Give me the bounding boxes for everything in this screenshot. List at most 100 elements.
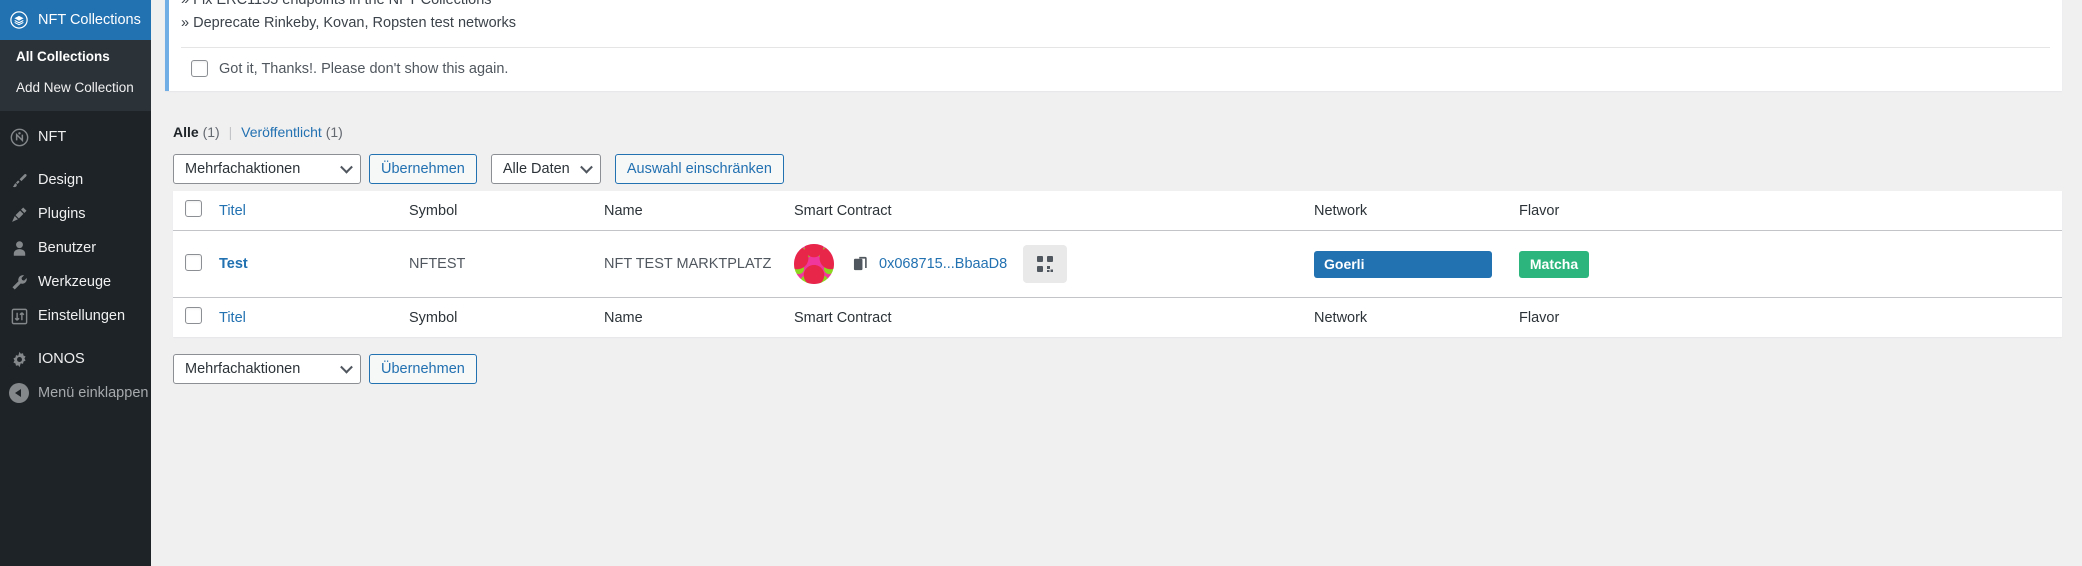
chevron-down-icon [579,160,593,174]
column-header-network: Network [1304,191,1509,231]
main-content: » Fix ERC1155 endpoints in the NFT Colle… [151,0,2082,566]
sidebar-current-label: NFT Collections [38,12,141,28]
bulk-action-value-bottom: Mehrfachaktionen [185,361,301,377]
table-header-row: Titel Symbol Name Smart Contract Network… [173,191,2062,231]
sidebar-submenu: All Collections Add New Collection [0,40,151,111]
chevron-down-icon [340,360,353,374]
row-flavor-cell: Matcha [1509,231,2062,298]
column-footer-network: Network [1304,297,1509,337]
sidebar-item-label: Plugins [38,206,86,222]
row-title-link[interactable]: Test [219,256,248,272]
filter-all-label[interactable]: Alle [173,124,199,140]
filter-submit-button[interactable]: Auswahl einschränken [614,154,784,184]
admin-screen: NFT Collections All Collections Add New … [0,0,2082,566]
chevron-down-icon [340,160,353,174]
flavor-badge: Matcha [1519,250,1589,278]
row-title-cell: Test [209,231,399,298]
sort-by-title-link-bottom[interactable]: Titel [219,310,246,326]
column-footer-smart-contract: Smart Contract [784,297,1304,337]
sidebar-item-label: NFT [38,129,67,145]
user-icon [9,238,29,258]
dismiss-notice-checkbox[interactable] [191,60,208,77]
list-table-wrap: Alle (1) | Veröffentlicht (1) Mehrfachak… [151,123,2082,384]
sidebar-item-label: Design [38,172,84,188]
filter-divider: | [228,124,233,140]
sidebar-collapse-menu[interactable]: Menü einklappen [0,376,151,410]
table-head: Titel Symbol Name Smart Contract Network… [173,191,2062,231]
sliders-icon [9,306,29,326]
tablenav-top: Mehrfachaktionen Übernehmen Alle Daten A… [173,154,2062,184]
row-network-cell: Goerli [1304,231,1509,298]
column-header-symbol: Symbol [399,191,594,231]
bulk-action-select-bottom[interactable]: Mehrfachaktionen [173,354,361,384]
select-all-checkbox-top[interactable] [185,200,202,217]
filter-published-link[interactable]: Veröffentlicht [241,124,322,140]
sidebar-item-label: Einstellungen [38,308,126,324]
sidebar-item-werkzeuge[interactable]: Werkzeuge [0,265,151,299]
notice-bullet-1: » Fix ERC1155 endpoints in the NFT Colle… [181,0,492,8]
notice-bullet-2: » Deprecate Rinkeby, Kovan, Ropsten test… [181,15,517,31]
update-notice: » Fix ERC1155 endpoints in the NFT Colle… [165,0,2062,91]
row-symbol-cell: NFTEST [409,256,466,272]
sidebar-item-add-new-collection[interactable]: Add New Collection [0,72,151,103]
qr-code-button[interactable] [1023,245,1068,283]
sidebar-item-nft-collections[interactable]: NFT Collections [0,0,159,40]
sidebar-item-label: Benutzer [38,240,97,256]
sidebar-item-benutzer[interactable]: Benutzer [0,231,151,265]
column-header-name: Name [594,191,784,231]
contract-identicon-avatar [794,244,834,284]
sidebar-item-all-collections[interactable]: All Collections [0,41,151,72]
sidebar-separator [0,154,151,163]
sidebar-item-label: Menü einklappen [38,385,149,401]
status-filter-links: Alle (1) | Veröffentlicht (1) [173,123,2062,141]
date-filter-select[interactable]: Alle Daten [490,154,601,184]
select-all-footer [173,297,209,337]
row-checkbox[interactable] [185,253,202,271]
tablenav-bottom: Mehrfachaktionen Übernehmen [173,354,2062,384]
dismiss-notice-label[interactable]: Got it, Thanks!. Please don't show this … [219,61,508,77]
bulk-action-select-top[interactable]: Mehrfachaktionen [173,154,361,184]
sidebar-item-label: Werkzeuge [38,274,112,290]
column-footer-symbol: Symbol [399,297,594,337]
filter-published-count: (1) [325,124,343,140]
bulk-action-value: Mehrfachaktionen [185,161,301,177]
sidebar-item-nft[interactable]: NFT [0,120,151,154]
sidebar-item-plugins[interactable]: Plugins [0,197,151,231]
sidebar-item-label: IONOS [38,351,85,367]
notice-acknowledge-row: Got it, Thanks!. Please don't show this … [181,48,2050,91]
sidebar-item-einstellungen[interactable]: Einstellungen [0,299,151,333]
row-name-cell: NFT TEST MARKTPLATZ [604,256,772,272]
sidebar-pointer [151,12,159,28]
apply-bulk-action-button-top[interactable]: Übernehmen [369,154,477,184]
paintbrush-icon [9,170,29,190]
sidebar-item-ionos[interactable]: IONOS [0,342,151,376]
column-footer-flavor: Flavor [1509,297,2062,337]
contract-address-link[interactable]: 0x068715...BbaaD8 [879,256,1007,272]
column-header-flavor: Flavor [1509,191,2062,231]
column-footer-title: Titel [209,297,399,337]
copy-icon[interactable] [853,255,870,273]
notice-bullets: » Fix ERC1155 endpoints in the NFT Colle… [181,0,2050,41]
nft-icon [9,127,29,147]
network-badge: Goerli [1314,250,1492,278]
sort-by-title-link[interactable]: Titel [219,203,246,219]
column-header-title: Titel [209,191,399,231]
table-foot: Titel Symbol Name Smart Contract Network… [173,297,2062,337]
row-select-cell [173,231,209,298]
filter-all-count: (1) [202,124,220,140]
collections-table: Titel Symbol Name Smart Contract Network… [173,191,2062,337]
plug-icon [9,204,29,224]
select-all-checkbox-bottom[interactable] [185,307,202,324]
wrench-icon [9,272,29,292]
row-smart-contract-cell: 0x068715...BbaaD8 [784,231,1304,298]
apply-bulk-action-button-bottom[interactable]: Übernehmen [369,354,477,384]
sidebar-item-design[interactable]: Design [0,163,151,197]
admin-sidebar: NFT Collections All Collections Add New … [0,0,159,566]
collapse-arrow-icon [9,383,29,403]
table-body: Test NFTEST NFT TEST MARKTPLATZ 0x068715… [173,231,2062,298]
column-footer-name: Name [594,297,784,337]
table-footer-row: Titel Symbol Name Smart Contract Network… [173,297,2062,337]
select-all-header [173,191,209,231]
column-header-smart-contract: Smart Contract [784,191,1304,231]
table-row: Test NFTEST NFT TEST MARKTPLATZ 0x068715… [173,231,2062,298]
